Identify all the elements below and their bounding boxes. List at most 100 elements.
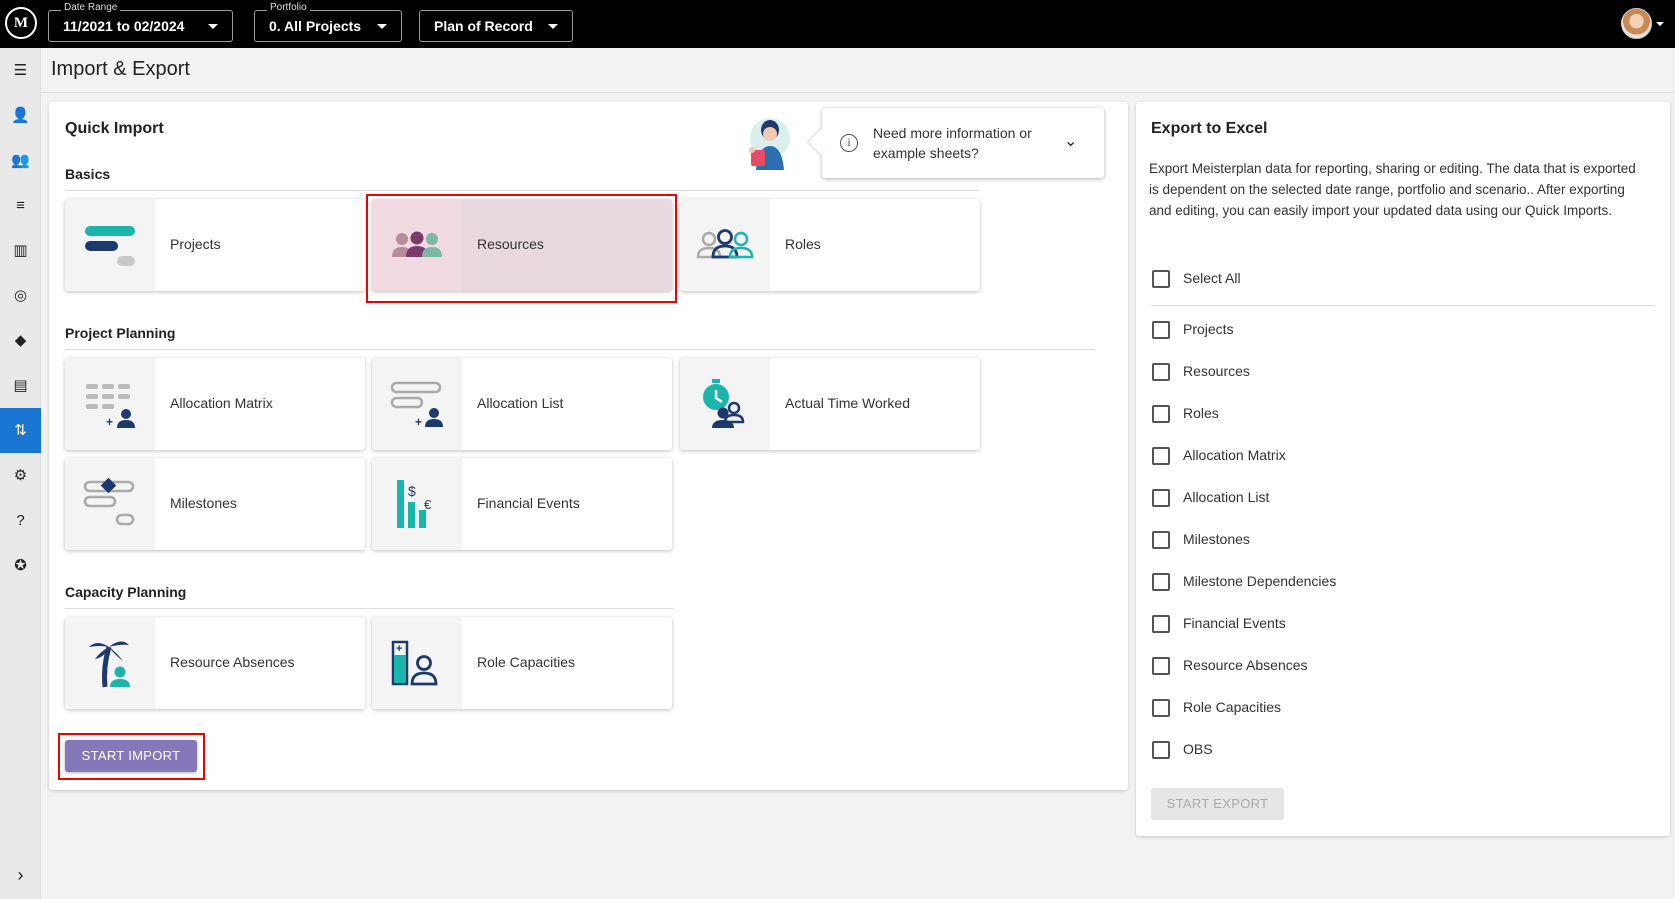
tile-label: Allocation List (477, 395, 564, 411)
svg-text:+: + (415, 415, 422, 429)
checkbox-label: Milestone Dependencies (1183, 573, 1337, 589)
chevron-down-icon (208, 24, 218, 29)
checkbox-label: Resource Absences (1183, 657, 1308, 673)
checkbox-label: Milestones (1183, 531, 1250, 547)
chevron-down-icon (377, 24, 387, 29)
tile-roles[interactable]: Roles (680, 199, 980, 291)
checkbox-icon[interactable] (1152, 657, 1170, 675)
teams-icon[interactable]: 👥 (0, 138, 41, 183)
tile-resource-absences[interactable]: Resource Absences (65, 617, 365, 709)
milestones-icon (65, 458, 155, 550)
section-basics: Basics (65, 166, 111, 182)
list-icon[interactable]: ≡ (0, 183, 41, 228)
role-capacities-icon: + (372, 617, 462, 709)
section-divider (65, 190, 979, 191)
menu-icon[interactable]: ☰ (0, 48, 41, 93)
checkbox-icon[interactable] (1152, 489, 1170, 507)
date-range-label: Date Range (61, 2, 121, 14)
portfolio-value: 0. All Projects (269, 18, 362, 34)
target-icon[interactable]: ◎ (0, 273, 41, 318)
allocation-list-icon: + (372, 358, 462, 450)
tile-projects[interactable]: Projects (65, 199, 365, 291)
expand-sidebar-icon[interactable]: › (0, 853, 41, 898)
help-icon[interactable]: ? (0, 498, 41, 543)
date-range-select[interactable]: Date Range 11/2021 to 02/2024 (48, 2, 233, 42)
export-description: Export Meisterplan data for reporting, s… (1149, 161, 1636, 218)
tile-actual-time-worked[interactable]: Actual Time Worked (680, 358, 980, 450)
date-range-value: 11/2021 to 02/2024 (63, 18, 185, 34)
tile-label: Actual Time Worked (785, 395, 911, 411)
top-bar: M Date Range 11/2021 to 02/2024 Portfoli… (0, 0, 1675, 48)
tile-label: Projects (170, 236, 221, 252)
tile-label: Milestones (170, 495, 237, 511)
chevron-down-icon (548, 24, 558, 29)
resources-icon[interactable]: 👤 (0, 93, 41, 138)
svg-text:+: + (106, 415, 113, 429)
checkbox-icon[interactable] (1152, 447, 1170, 465)
start-export-button[interactable]: START EXPORT (1151, 788, 1284, 820)
section-divider (65, 349, 1095, 350)
sidebar: ☰ 👤 👥 ≡ ▥ ◎ ◆ ▤ ⇅ ⚙ ? ✪ › (0, 48, 41, 899)
tile-allocation-list[interactable]: + Allocation List (372, 358, 672, 450)
checkbox-label: Select All (1183, 270, 1241, 286)
tile-financial-events[interactable]: $ € Financial Events (372, 458, 672, 550)
tile-label: Role Capacities (477, 654, 576, 670)
tile-milestones[interactable]: Milestones (65, 458, 365, 550)
tile-label: Resource Absences (170, 654, 295, 670)
import-export-icon[interactable]: ⇅ (0, 408, 41, 453)
explore-icon[interactable]: ✪ (0, 543, 41, 588)
checkbox-icon[interactable] (1152, 531, 1170, 549)
tile-role-capacities[interactable]: + Role Capacities (372, 617, 672, 709)
roles-icon (680, 199, 770, 291)
scenario-value: Plan of Record (434, 18, 533, 34)
checkbox-icon[interactable] (1152, 270, 1170, 288)
checkbox-label: Projects (1183, 321, 1234, 337)
section-project-planning: Project Planning (65, 325, 176, 341)
tile-allocation-matrix[interactable]: + Allocation Matrix (65, 358, 365, 450)
checkbox-label: Roles (1183, 405, 1219, 421)
checkbox-icon[interactable] (1152, 741, 1170, 759)
section-capacity-planning: Capacity Planning (65, 584, 187, 600)
financial-events-icon: $ € (372, 458, 462, 550)
page-title: Import & Export (51, 58, 190, 80)
section-divider (65, 608, 673, 609)
tile-label: Allocation Matrix (170, 395, 273, 411)
document-icon[interactable]: ▤ (0, 363, 41, 408)
allocation-matrix-icon: + (65, 358, 155, 450)
svg-text:+: + (396, 643, 402, 655)
projects-icon (65, 199, 155, 291)
checkbox-icon[interactable] (1152, 573, 1170, 591)
stopwatch-icon (680, 358, 770, 450)
checkbox-label: Allocation List (1183, 489, 1270, 505)
portfolio-select[interactable]: Portfolio 0. All Projects (254, 2, 402, 42)
checkbox-icon[interactable] (1152, 363, 1170, 381)
tile-label: Roles (785, 236, 821, 252)
assistant-illustration (740, 116, 796, 172)
checkbox-label: Financial Events (1183, 615, 1286, 631)
app-logo[interactable]: M (5, 7, 37, 39)
chevron-down-icon[interactable]: ⌄ (1064, 131, 1077, 151)
export-title: Export to Excel (1151, 120, 1268, 137)
help-tooltip[interactable]: i Need more information or example sheet… (808, 108, 1104, 178)
header-divider (41, 92, 1675, 93)
checkbox-label: Allocation Matrix (1183, 447, 1286, 463)
checkbox-icon[interactable] (1152, 699, 1170, 717)
checkbox-icon[interactable] (1152, 405, 1170, 423)
info-icon: i (840, 134, 858, 152)
tile-label: Financial Events (477, 495, 580, 511)
checkbox-icon[interactable] (1152, 321, 1170, 339)
checkbox-label: Resources (1183, 363, 1250, 379)
palm-tree-icon (65, 617, 155, 709)
routing-icon[interactable]: ◆ (0, 318, 41, 363)
settings-icon[interactable]: ⚙ (0, 453, 41, 498)
checkbox-icon[interactable] (1152, 615, 1170, 633)
chevron-down-icon[interactable] (1656, 22, 1664, 26)
scenario-select[interactable]: Plan of Record (419, 10, 573, 42)
help-tooltip-text: Need more information or example sheets? (873, 125, 1032, 161)
highlight-box (366, 194, 677, 303)
portfolio-label: Portfolio (267, 2, 310, 14)
avatar[interactable] (1621, 8, 1652, 39)
svg-text:$: $ (408, 483, 416, 499)
checkbox-label: OBS (1183, 741, 1213, 757)
columns-icon[interactable]: ▥ (0, 228, 41, 273)
